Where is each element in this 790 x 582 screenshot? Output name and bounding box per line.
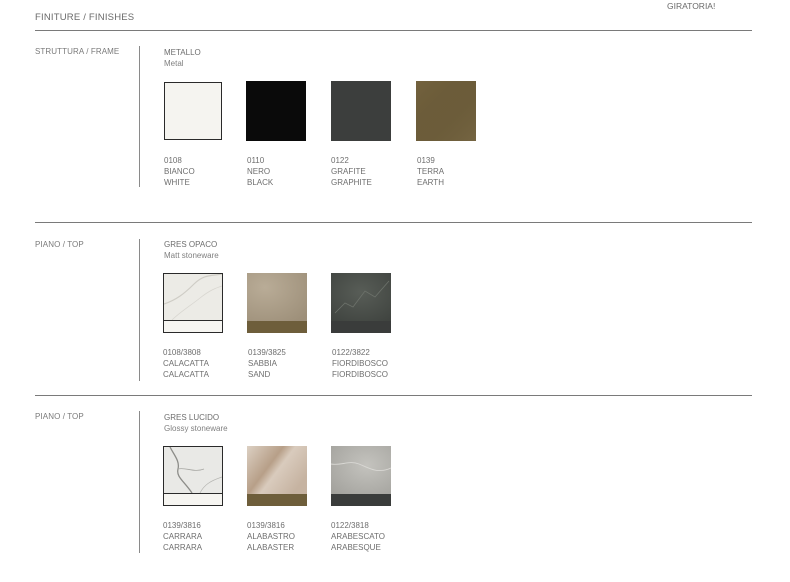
calacatta-marble-texture: [164, 274, 222, 320]
arabesque-frame-band: [331, 494, 391, 506]
corner-note: GIRATORIA!: [667, 1, 716, 11]
swatch-white[interactable]: [164, 82, 222, 140]
sand-frame-band: [247, 321, 307, 333]
caption-graphite: 0122 GRAFITE GRAPHITE: [331, 156, 372, 187]
group-title-matt-en: Matt stoneware: [164, 251, 219, 260]
matt-vertical-divider: [139, 239, 140, 381]
swatch-arabesque[interactable]: [331, 446, 391, 506]
swatch-earth[interactable]: [416, 81, 476, 141]
caption-alabaster: 0139/3816 ALABASTRO ALABASTER: [247, 521, 296, 552]
swatch-graphite[interactable]: [331, 81, 391, 141]
caption-earth: 0139 TERRA EARTH: [417, 156, 445, 187]
page-title: FINITURE / FINISHES: [35, 12, 135, 23]
swatch-sand[interactable]: [247, 273, 307, 333]
alabaster-frame-band: [247, 494, 307, 506]
section-label-top-matt: PIANO / TOP: [35, 240, 84, 249]
caption-black: 0110 NERO BLACK: [247, 156, 274, 187]
group-title-metal-it: METALLO: [164, 48, 201, 57]
sand-stone-texture: [247, 273, 307, 321]
group-title-metal-en: Metal: [164, 59, 184, 68]
caption-sand: 0139/3825 SABBIA SAND: [248, 348, 286, 379]
section-label-top-glossy: PIANO / TOP: [35, 412, 84, 421]
fiordibosco-stone-texture: [331, 273, 391, 321]
swatch-black[interactable]: [246, 81, 306, 141]
glossy-vertical-divider: [139, 411, 140, 553]
header-divider: [35, 30, 752, 31]
swatch-fiordibosco[interactable]: [331, 273, 391, 333]
group-title-matt: GRES OPACO Matt stoneware: [164, 239, 219, 261]
caption-fiordibosco: 0122/3822 FIORDIBOSCO FIORDIBOSCO: [332, 348, 389, 379]
swatch-alabaster[interactable]: [247, 446, 307, 506]
section-divider-1: [35, 222, 752, 223]
carrara-marble-texture: [164, 447, 222, 493]
section-label-frame: STRUTTURA / FRAME: [35, 47, 120, 56]
group-title-matt-it: GRES OPACO: [164, 240, 218, 249]
calacatta-frame-band: [164, 320, 222, 332]
alabaster-marble-texture: [247, 446, 307, 494]
group-title-glossy-en: Glossy stoneware: [164, 424, 228, 433]
group-title-glossy: GRES LUCIDO Glossy stoneware: [164, 412, 228, 434]
section-divider-2: [35, 395, 752, 396]
swatch-carrara[interactable]: [163, 446, 223, 506]
frame-vertical-divider: [139, 46, 140, 187]
caption-calacatta: 0108/3808 CALACATTA CALACATTA: [163, 348, 209, 379]
caption-white: 0108 BIANCO WHITE: [164, 156, 195, 187]
group-title-glossy-it: GRES LUCIDO: [164, 413, 220, 422]
group-title-metal: METALLO Metal: [164, 47, 201, 69]
caption-carrara: 0139/3816 CARRARA CARRARA: [163, 521, 203, 552]
fiordibosco-frame-band: [331, 321, 391, 333]
arabesque-marble-texture: [331, 446, 391, 494]
bronze-texture: [416, 81, 476, 141]
carrara-frame-band: [164, 493, 222, 505]
swatch-calacatta[interactable]: [163, 273, 223, 333]
caption-arabesque: 0122/3818 ARABESCATO ARABESQUE: [331, 521, 385, 552]
